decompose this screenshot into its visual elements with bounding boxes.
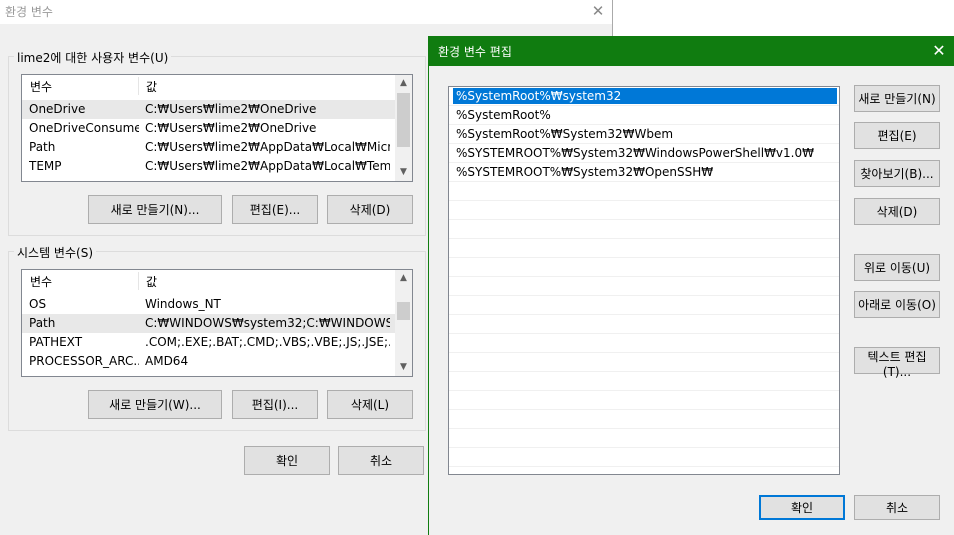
system-edit-button[interactable]: 편집(I)... — [232, 390, 318, 419]
ok-button[interactable]: 확인 — [244, 446, 330, 475]
chevron-down-icon[interactable]: ▼ — [395, 164, 412, 181]
column-header-name[interactable]: 변수 — [30, 78, 52, 95]
list-item[interactable]: OneDriveConsumer C:₩Users₩lime2₩OneDrive — [22, 119, 395, 138]
user-variables-label: lime2에 대한 사용자 변수(U) — [14, 49, 172, 66]
dialog-title: 환경 변수 편집 — [438, 45, 512, 59]
empty-list-row[interactable] — [449, 372, 839, 391]
path-entry-text: %SYSTEMROOT%₩System32₩WindowsPowerShell₩… — [456, 146, 814, 160]
variable-name: OS — [29, 297, 47, 311]
empty-list-row[interactable] — [449, 220, 839, 239]
move-up-button[interactable]: 위로 이동(U) — [854, 254, 940, 281]
variable-value: .COM;.EXE;.BAT;.CMD;.VBS;.VBE;.JS;.JSE;.… — [145, 335, 390, 349]
user-edit-button[interactable]: 편집(E)... — [232, 195, 318, 224]
list-item[interactable]: PROCESSOR_ARC... AMD64 — [22, 352, 395, 371]
path-entry-text: %SystemRoot%₩System32₩Wbem — [456, 127, 674, 141]
variable-value: C:₩Users₩lime2₩AppData₩Local₩Temp — [145, 159, 390, 173]
user-delete-button[interactable]: 삭제(D) — [327, 195, 413, 224]
empty-list-row[interactable] — [449, 448, 839, 467]
title-bar: 환경 변수 ✕ — [0, 0, 612, 24]
edit-entry-button[interactable]: 편집(E) — [854, 122, 940, 149]
empty-list-row[interactable] — [449, 201, 839, 220]
list-item[interactable]: Path C:₩WINDOWS₩system32;C:₩WINDOWS;C... — [22, 314, 395, 333]
list-item[interactable]: OneDrive C:₩Users₩lime2₩OneDrive — [22, 100, 395, 119]
chevron-up-icon[interactable]: ▲ — [395, 75, 412, 92]
cancel-button[interactable]: 취소 — [854, 495, 940, 520]
close-icon[interactable]: ✕ — [929, 41, 949, 61]
vertical-scrollbar[interactable]: ▲ ▼ — [395, 75, 412, 181]
list-item[interactable]: %SYSTEMROOT%₩System32₩OpenSSH₩ — [449, 163, 839, 182]
column-header-name[interactable]: 변수 — [30, 273, 52, 290]
list-item[interactable]: PATHEXT .COM;.EXE;.BAT;.CMD;.VBS;.VBE;.J… — [22, 333, 395, 352]
variable-name: OneDriveConsumer — [29, 121, 139, 135]
chevron-up-icon[interactable]: ▲ — [395, 270, 412, 287]
user-new-button[interactable]: 새로 만들기(N)... — [88, 195, 222, 224]
path-entry-text: %SystemRoot%₩system32 — [453, 88, 837, 104]
empty-list-row[interactable] — [449, 429, 839, 448]
variable-name: Path — [29, 316, 56, 330]
system-new-button[interactable]: 새로 만들기(W)... — [88, 390, 222, 419]
empty-list-row[interactable] — [449, 258, 839, 277]
variable-value: C:₩Users₩lime2₩AppData₩Local₩Microso... — [145, 140, 390, 154]
close-icon[interactable]: ✕ — [588, 1, 608, 21]
empty-list-row[interactable] — [449, 239, 839, 258]
variable-name: OneDrive — [29, 102, 86, 116]
edit-text-button[interactable]: 텍스트 편집(T)... — [854, 347, 940, 379]
column-separator[interactable] — [138, 77, 139, 95]
path-entry-text: %SYSTEMROOT%₩System32₩OpenSSH₩ — [456, 165, 714, 179]
list-item[interactable]: TEMP C:₩Users₩lime2₩AppData₩Local₩Temp — [22, 157, 395, 176]
path-entries-list[interactable]: %SystemRoot%₩system32 %SystemRoot% %System… — [448, 86, 840, 475]
edit-environment-variable-dialog: 환경 변수 편집 ✕ %SystemRoot%₩system32 %SystemR… — [428, 36, 954, 535]
column-header-value[interactable]: 값 — [146, 273, 157, 290]
variable-name: PROCESSOR_ARC... — [29, 354, 139, 368]
variable-name: TEMP — [29, 159, 62, 173]
variable-value: C:₩Users₩lime2₩OneDrive — [145, 102, 317, 116]
ok-button[interactable]: 확인 — [759, 495, 845, 520]
list-item[interactable]: %SystemRoot%₩system32 — [449, 87, 839, 106]
list-item[interactable]: %SYSTEMROOT%₩System32₩WindowsPowerShell₩… — [449, 144, 839, 163]
delete-entry-button[interactable]: 삭제(D) — [854, 198, 940, 225]
list-item[interactable]: OS Windows_NT — [22, 295, 395, 314]
list-item[interactable]: %SystemRoot% — [449, 106, 839, 125]
list-header: 변수 값 — [22, 270, 395, 292]
browse-button[interactable]: 찾아보기(B)... — [854, 160, 940, 187]
list-item[interactable]: Path C:₩Users₩lime2₩AppData₩Local₩Micros… — [22, 138, 395, 157]
variable-value: C:₩WINDOWS₩system32;C:₩WINDOWS;C... — [145, 316, 390, 330]
chevron-down-icon[interactable]: ▼ — [395, 359, 412, 376]
system-variables-list[interactable]: 변수 값 OS Windows_NT Path C:₩WINDOWS₩syste… — [21, 269, 413, 377]
list-item[interactable]: %SystemRoot%₩System32₩Wbem — [449, 125, 839, 144]
system-variables-label: 시스템 변수(S) — [14, 244, 96, 261]
variable-value: AMD64 — [145, 354, 189, 368]
variable-value: C:₩Users₩lime2₩OneDrive — [145, 121, 317, 135]
column-separator[interactable] — [138, 272, 139, 290]
move-down-button[interactable]: 아래로 이동(O) — [854, 291, 940, 318]
path-entry-text: %SystemRoot% — [456, 108, 551, 122]
empty-list-row[interactable] — [449, 334, 839, 353]
dialog-title: 환경 변수 — [5, 5, 53, 19]
title-bar: 환경 변수 편집 ✕ — [429, 36, 954, 66]
column-header-value[interactable]: 값 — [146, 78, 157, 95]
empty-list-row[interactable] — [449, 277, 839, 296]
empty-list-row[interactable] — [449, 410, 839, 429]
user-variables-list[interactable]: 변수 값 OneDrive C:₩Users₩lime2₩OneDrive On… — [21, 74, 413, 182]
variable-name: Path — [29, 140, 56, 154]
scrollbar-thumb[interactable] — [397, 93, 410, 147]
new-entry-button[interactable]: 새로 만들기(N) — [854, 85, 940, 112]
scrollbar-thumb[interactable] — [397, 302, 410, 320]
empty-list-row[interactable] — [449, 315, 839, 334]
empty-list-row[interactable] — [449, 391, 839, 410]
empty-list-row[interactable] — [449, 296, 839, 315]
variable-name: PATHEXT — [29, 335, 83, 349]
cancel-button[interactable]: 취소 — [338, 446, 424, 475]
variable-value: Windows_NT — [145, 297, 221, 311]
empty-list-row[interactable] — [449, 182, 839, 201]
list-header: 변수 값 — [22, 75, 395, 97]
vertical-scrollbar[interactable]: ▲ ▼ — [395, 270, 412, 376]
empty-list-row[interactable] — [449, 353, 839, 372]
system-delete-button[interactable]: 삭제(L) — [327, 390, 413, 419]
